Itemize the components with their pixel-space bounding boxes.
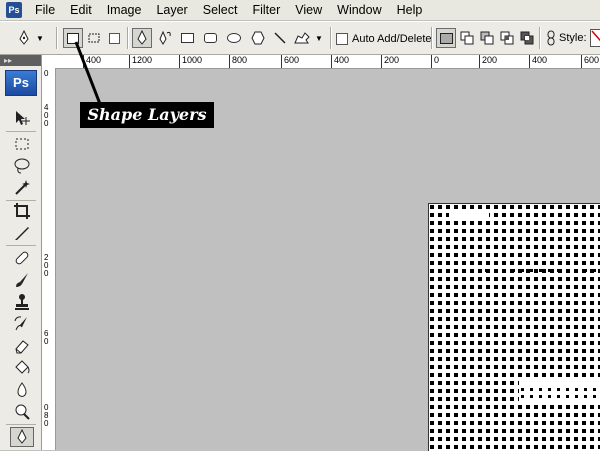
callout-label: Shape Layers [80, 102, 214, 128]
callout-pointer [74, 41, 102, 105]
